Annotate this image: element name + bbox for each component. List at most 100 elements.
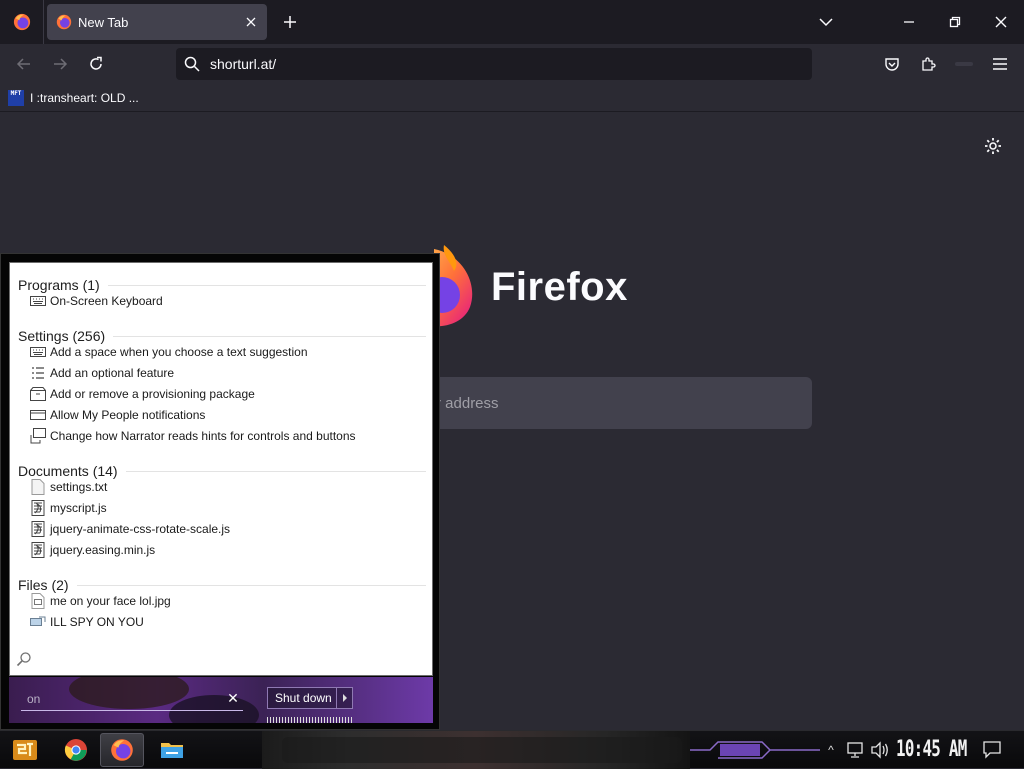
clear-search-button[interactable]: ✕ <box>225 690 241 707</box>
divider <box>125 470 426 472</box>
pocket-button[interactable] <box>878 50 906 78</box>
script-file-icon <box>30 521 46 537</box>
plus-icon <box>284 16 296 28</box>
hamburger-menu-icon <box>993 58 1007 70</box>
bookmark-item[interactable]: MFT I :transheart: OLD ... <box>8 88 139 108</box>
close-tab-button[interactable] <box>239 10 263 34</box>
search-placeholder: r address <box>436 394 499 412</box>
taskbar-firefox[interactable] <box>100 733 144 767</box>
tab-title: New Tab <box>78 14 129 30</box>
search-icon <box>16 652 31 667</box>
reload-button[interactable] <box>82 50 110 78</box>
taskbar-chrome[interactable] <box>54 733 98 767</box>
firefox-wordmark: Firefox <box>491 265 628 309</box>
search-result-item[interactable]: jquery-animate-css-rotate-scale.js <box>30 519 426 539</box>
pocket-icon <box>885 58 899 71</box>
firefox-icon <box>13 13 30 31</box>
back-button[interactable] <box>10 50 38 78</box>
taskbar-decoration <box>690 741 820 759</box>
search-result-label: Allow My People notifications <box>50 408 206 422</box>
network-icon[interactable] <box>846 741 864 759</box>
taskbar: ^ 10:45 AM <box>0 730 1024 769</box>
package-icon <box>30 386 46 402</box>
close-icon <box>246 17 256 27</box>
start-button[interactable] <box>8 733 42 767</box>
search-result-label: Add an optional feature <box>50 366 175 380</box>
firefox-icon <box>111 739 133 761</box>
search-result-item[interactable]: settings.txt <box>30 477 426 497</box>
shutdown-button[interactable]: Shut down <box>267 687 353 709</box>
minimize-icon <box>904 21 914 23</box>
restore-button[interactable] <box>932 0 978 44</box>
taskbar-wallpaper <box>262 731 690 769</box>
close-icon <box>995 16 1007 28</box>
search-results-panel: Programs (1) On-Screen Keyboard Settings (… <box>9 262 433 676</box>
close-window-button[interactable] <box>978 0 1024 44</box>
search-result-label: jquery-animate-css-rotate-scale.js <box>50 522 231 536</box>
tab-new-tab[interactable]: New Tab <box>47 4 267 40</box>
search-result-label: ILL SPY ON YOU <box>50 615 144 629</box>
restore-icon <box>949 16 961 28</box>
chrome-icon <box>64 739 87 761</box>
image-file-icon <box>30 593 46 609</box>
shutdown-label: Shut down <box>275 691 332 705</box>
search-result-label: On-Screen Keyboard <box>50 294 163 308</box>
account-icon <box>955 62 973 66</box>
volume-icon[interactable] <box>870 741 890 759</box>
start-search-input[interactable]: on ✕ <box>21 687 243 711</box>
gear-icon <box>985 138 1001 154</box>
url-bar[interactable]: shorturl.at/ <box>176 48 812 80</box>
navigation-toolbar: shorturl.at/ <box>0 44 1024 84</box>
chevron-down-icon <box>819 18 833 27</box>
start-icon <box>13 740 37 760</box>
tab-bar: New Tab <box>0 0 1024 44</box>
search-result-item[interactable]: jquery.easing.min.js <box>30 540 426 560</box>
search-result-item[interactable]: Add or remove a provisioning package <box>30 384 426 404</box>
search-result-item[interactable]: Add an optional feature <box>30 363 426 383</box>
divider <box>107 284 426 286</box>
new-tab-button[interactable] <box>276 8 304 36</box>
chevron-right-icon <box>342 694 347 702</box>
shutdown-options-button[interactable] <box>336 688 352 708</box>
clock[interactable]: 10:45 AM <box>896 737 967 762</box>
keyboard-icon <box>30 293 46 309</box>
firefox-view-button[interactable] <box>0 0 44 44</box>
decorative-stripes <box>267 717 353 723</box>
script-file-icon <box>30 500 46 516</box>
search-result-item[interactable]: On-Screen Keyboard <box>30 291 426 311</box>
start-menu: Programs (1) On-Screen Keyboard Settings (… <box>0 253 440 730</box>
folder-icon <box>161 743 183 758</box>
arrow-right-icon <box>54 58 68 70</box>
forward-button[interactable] <box>46 50 74 78</box>
show-hidden-icons-button[interactable]: ^ <box>824 741 838 759</box>
search-result-label: settings.txt <box>50 480 108 494</box>
narrator-icon <box>30 428 46 444</box>
url-text: shorturl.at/ <box>210 56 277 72</box>
minimize-button[interactable] <box>886 0 932 44</box>
search-result-item[interactable]: ILL SPY ON YOU <box>30 612 426 632</box>
list-icon <box>30 365 46 381</box>
personalize-button[interactable] <box>980 133 1006 159</box>
puzzle-icon <box>922 57 936 71</box>
search-result-label: jquery.easing.min.js <box>50 543 156 557</box>
search-result-item[interactable]: Add a space when you choose a text sugge… <box>30 342 426 362</box>
arrow-left-icon <box>16 58 30 70</box>
taskbar-file-explorer[interactable] <box>150 733 194 767</box>
divider <box>113 335 426 337</box>
search-result-item[interactable]: Change how Narrator reads hints for cont… <box>30 426 426 446</box>
search-result-item[interactable]: Allow My People notifications <box>30 405 426 425</box>
search-result-item[interactable]: myscript.js <box>30 498 426 518</box>
app-menu-button[interactable] <box>986 50 1014 78</box>
script-file-icon <box>30 542 46 558</box>
window-icon <box>30 407 46 423</box>
search-result-label: me on your face lol.jpg <box>50 594 171 608</box>
search-result-label: Add a space when you choose a text sugge… <box>50 345 308 359</box>
start-menu-footer: on ✕ Shut down <box>9 677 433 723</box>
extensions-button[interactable] <box>914 50 942 78</box>
search-result-item[interactable]: me on your face lol.jpg <box>30 591 426 611</box>
list-all-tabs-button[interactable] <box>812 8 840 36</box>
bookmark-label: I :transheart: OLD ... <box>30 91 139 105</box>
notification-icon[interactable] <box>982 739 1002 759</box>
account-button[interactable] <box>950 50 978 78</box>
search-result-label: myscript.js <box>50 501 107 515</box>
